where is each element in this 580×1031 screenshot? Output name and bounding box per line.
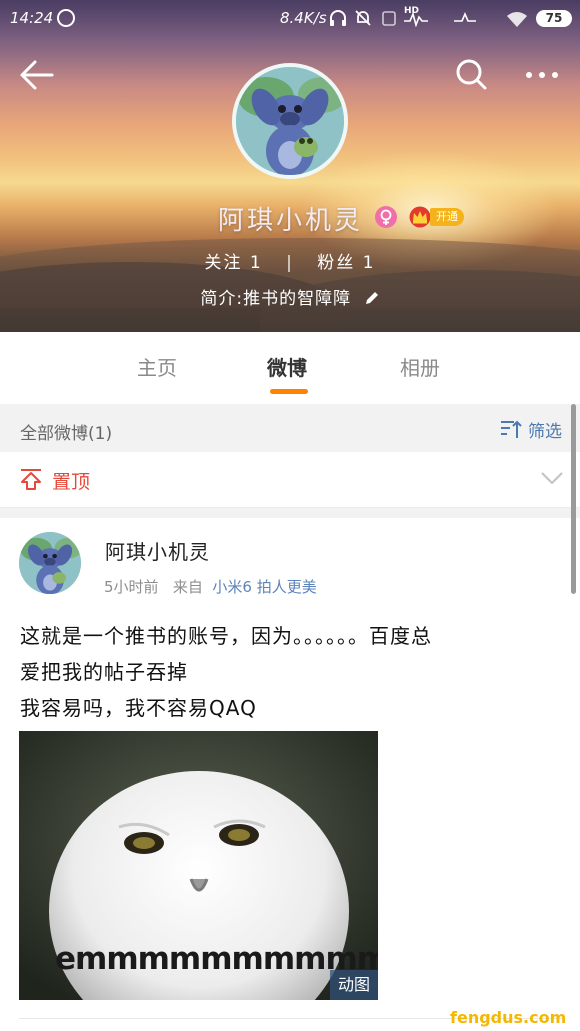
status-bar: 14:24 8.4K/s HD 75 [0,0,580,38]
followers-count: 1 [362,253,376,273]
all-weibo-count: 全部微博(1) [20,424,113,444]
signal-wave-icon [404,11,440,31]
back-arrow-icon [20,60,54,90]
followers-stat[interactable]: 粉丝 1 [317,248,375,273]
search-icon [456,59,487,90]
filter-button[interactable]: 筛选 [500,418,562,442]
gif-badge: 动图 [330,970,378,1000]
back-button[interactable] [18,56,58,96]
stitch-avatar-image [19,532,81,594]
section-gap [0,508,580,518]
signal-wave2-icon [454,11,478,31]
pinned-header[interactable]: 置顶 [0,452,580,508]
following-label: 关注 [204,253,243,273]
post-text-line: 我容易吗，我不容易QAQ [20,696,257,720]
following-count: 1 [249,253,263,273]
netease-music-icon [57,9,75,27]
search-button[interactable] [452,56,492,96]
follow-stats: 关注 1 | 粉丝 1 [0,248,580,273]
followers-label: 粉丝 [317,253,356,273]
post-gif-image[interactable]: emmmmmmmmmm.... [19,731,378,1000]
post-author-name[interactable]: 阿琪小机灵 [105,536,210,565]
filter-label: 筛选 [528,421,562,442]
profile-avatar[interactable] [232,63,348,179]
post-source[interactable]: 小米6 拍人更美 [212,578,316,596]
post-text-line: 爱把我的帖子吞掉 [20,660,188,684]
post-text-line: 这就是一个推书的账号，因为。。。。。。百度总 [20,624,432,648]
chevron-down-icon[interactable] [540,470,564,486]
vip-open-badge[interactable]: 开通 [408,206,464,228]
alarm-icon [381,9,397,31]
active-tab-indicator [270,389,308,394]
profile-bio[interactable]: 简介:推书的智障障 [0,284,580,309]
tab-album[interactable]: 相册 [400,352,440,381]
post-time: 5小时前 [104,578,159,596]
watermark: fengdus.com [450,1008,567,1027]
status-time: 14:24 [10,9,54,27]
bio-text: 简介:推书的智障障 [200,289,352,309]
post-meta: 5小时前 来自 小米6 拍人更美 [104,576,317,597]
post-from-label: 来自 [172,578,203,596]
filter-bar: 全部微博(1) 筛选 [0,404,580,452]
female-icon [375,206,397,228]
pinned-label: 置顶 [52,471,91,493]
post-text: 这就是一个推书的账号，因为。。。。。。百度总 爱把我的帖子吞掉 我容易吗，我不容… [20,618,565,726]
vip-open-label: 开通 [430,208,464,226]
wifi-icon [506,10,528,32]
more-button[interactable] [520,56,564,96]
scrollbar[interactable] [571,404,576,594]
profile-name: 阿琪小机灵 [218,206,364,236]
more-icon [526,72,558,78]
tab-home[interactable]: 主页 [137,352,177,381]
post-author-avatar[interactable] [19,532,81,594]
following-stat[interactable]: 关注 1 [204,248,262,273]
vip-crown-icon [409,206,431,228]
stat-divider: | [286,253,294,273]
headphones-icon [328,9,348,31]
battery-indicator: 75 [536,10,572,27]
weibo-post[interactable]: 阿琪小机灵 5小时前 来自 小米6 拍人更美 这就是一个推书的账号，因为。。。。… [0,518,580,1031]
edit-pencil-icon [365,292,378,304]
pin-top-icon [21,469,41,490]
network-speed: 8.4K/s [280,9,327,27]
mute-bell-icon [354,9,372,31]
stitch-avatar-image [236,67,344,175]
tab-weibo[interactable]: 微博 [267,352,307,381]
filter-icon [501,420,522,438]
